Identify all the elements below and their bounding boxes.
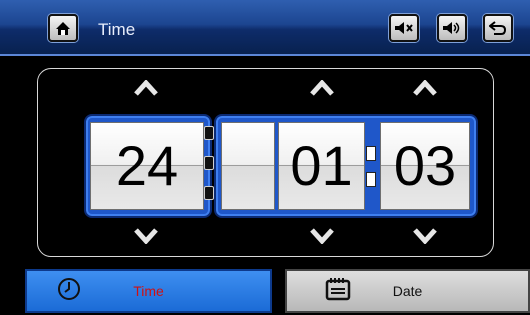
chevron-up-icon (413, 78, 437, 101)
hour-card[interactable]: 24 (90, 122, 204, 210)
minute-card[interactable]: 01 (278, 122, 365, 210)
mute-icon (394, 21, 414, 35)
header-bar: Time (0, 0, 530, 56)
chevron-up-icon (310, 78, 334, 101)
minute-down-button[interactable] (309, 227, 335, 249)
second-card[interactable]: 03 (380, 122, 470, 210)
page-title: Time (98, 20, 136, 39)
minute-up-button[interactable] (309, 78, 335, 101)
calendar-icon (325, 277, 351, 306)
second-up-button[interactable] (412, 78, 438, 101)
home-icon (55, 21, 71, 36)
colon-dot (366, 146, 376, 161)
minute-value: 01 (290, 134, 353, 197)
colon-dot (366, 172, 376, 187)
time-colon (366, 146, 376, 187)
blank-card (221, 122, 275, 210)
hour-down-button[interactable] (133, 227, 159, 249)
clock-icon (57, 277, 81, 306)
chevron-down-icon (310, 227, 334, 249)
tab-time[interactable]: Time (25, 269, 272, 313)
hinge (204, 126, 214, 140)
mute-button[interactable] (389, 14, 419, 42)
tab-date[interactable]: Date (285, 269, 530, 313)
hinge (204, 186, 214, 200)
second-down-button[interactable] (412, 227, 438, 249)
card-split-line (222, 165, 274, 166)
home-button[interactable] (48, 14, 78, 42)
tab-time-label: Time (133, 283, 164, 299)
chevron-down-icon (134, 227, 158, 249)
volume-button[interactable] (437, 14, 467, 42)
volume-icon (442, 21, 462, 35)
hour-value: 24 (115, 134, 179, 197)
back-button[interactable] (483, 14, 513, 42)
hour-up-button[interactable] (133, 78, 159, 101)
back-icon (489, 21, 507, 35)
tab-date-label: Date (392, 283, 423, 299)
hinge (204, 156, 214, 170)
second-value: 03 (393, 134, 457, 197)
chevron-up-icon (134, 78, 158, 101)
chevron-down-icon (413, 227, 437, 249)
